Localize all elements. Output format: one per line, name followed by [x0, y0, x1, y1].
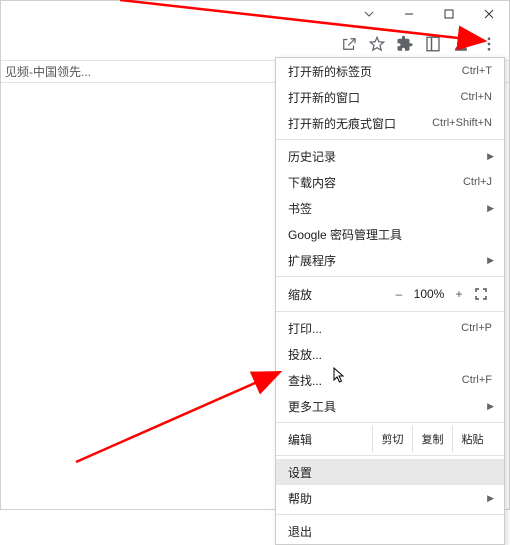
menu-more-tools[interactable]: 更多工具▶ [276, 393, 504, 419]
menu-new-window[interactable]: 打开新的窗口Ctrl+N [276, 84, 504, 110]
chrome-main-menu[interactable]: 打开新的标签页Ctrl+T 打开新的窗口Ctrl+N 打开新的无痕式窗口Ctrl… [275, 57, 505, 545]
menu-downloads[interactable]: 下载内容Ctrl+J [276, 169, 504, 195]
window-controls [349, 1, 509, 27]
menu-print[interactable]: 打印...Ctrl+P [276, 315, 504, 341]
edit-paste-button[interactable]: 粘贴 [452, 426, 492, 452]
chevron-right-icon: ▶ [487, 493, 494, 504]
edit-copy-button[interactable]: 复制 [412, 426, 452, 452]
browser-window: 见频-中国领先... 打开新的标签页Ctrl+T 打开新的窗口Ctrl+N 打开… [0, 0, 510, 510]
menu-separator [276, 139, 504, 140]
menu-new-tab[interactable]: 打开新的标签页Ctrl+T [276, 58, 504, 84]
menu-bookmarks[interactable]: 书签▶ [276, 195, 504, 221]
menu-zoom-row: 缩放 – 100% + [276, 280, 504, 308]
fullscreen-icon[interactable] [470, 288, 492, 300]
tab-title: 见频-中国领先... [5, 63, 91, 80]
share-icon[interactable] [335, 30, 363, 58]
menu-help[interactable]: 帮助▶ [276, 485, 504, 511]
menu-separator [276, 276, 504, 277]
menu-settings[interactable]: 设置 [276, 459, 504, 485]
profile-icon[interactable] [447, 30, 475, 58]
maximize-button[interactable] [429, 1, 469, 27]
chevron-right-icon: ▶ [487, 255, 494, 266]
chevron-right-icon: ▶ [487, 151, 494, 162]
star-icon[interactable] [363, 30, 391, 58]
zoom-in-button[interactable]: + [448, 287, 470, 301]
menu-find[interactable]: 查找...Ctrl+F [276, 367, 504, 393]
menu-separator [276, 514, 504, 515]
menu-edit-row: 编辑 剪切 复制 粘贴 [276, 426, 504, 452]
extensions-icon[interactable] [391, 30, 419, 58]
menu-new-incognito[interactable]: 打开新的无痕式窗口Ctrl+Shift+N [276, 110, 504, 136]
minimize-button[interactable] [389, 1, 429, 27]
menu-icon[interactable] [475, 30, 503, 58]
menu-cast[interactable]: 投放... [276, 341, 504, 367]
menu-separator [276, 311, 504, 312]
reading-list-icon[interactable] [419, 30, 447, 58]
menu-password-manager[interactable]: Google 密码管理工具 [276, 221, 504, 247]
zoom-value: 100% [410, 287, 448, 301]
chevron-right-icon: ▶ [487, 401, 494, 412]
menu-separator [276, 455, 504, 456]
menu-exit[interactable]: 退出 [276, 518, 504, 544]
close-button[interactable] [469, 1, 509, 27]
menu-separator [276, 422, 504, 423]
zoom-out-button[interactable]: – [388, 287, 410, 301]
chevron-right-icon: ▶ [487, 203, 494, 214]
menu-history[interactable]: 历史记录▶ [276, 143, 504, 169]
tab-dropdown-button[interactable] [349, 1, 389, 27]
menu-extensions[interactable]: 扩展程序▶ [276, 247, 504, 273]
toolbar [1, 27, 509, 61]
edit-cut-button[interactable]: 剪切 [372, 426, 412, 452]
mouse-cursor-icon [333, 367, 346, 385]
